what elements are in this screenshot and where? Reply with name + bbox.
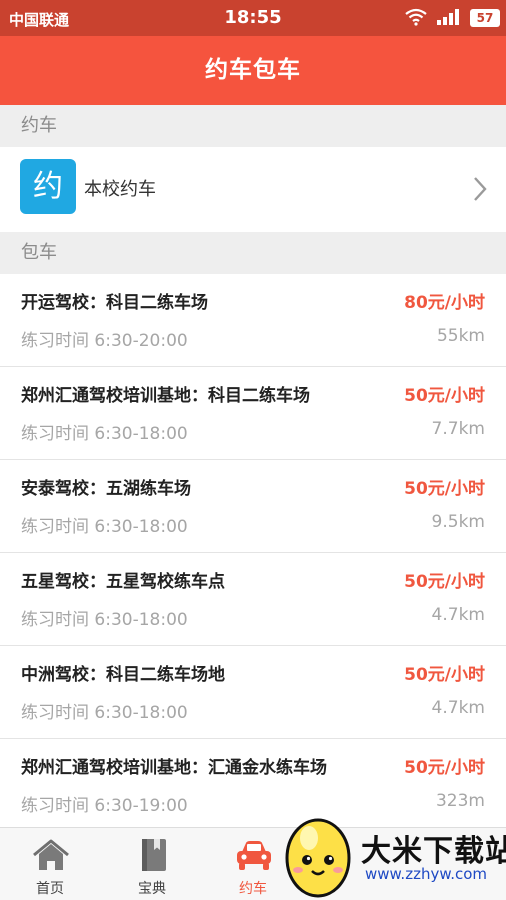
venue-price: 50元/小时 (404, 665, 485, 685)
venue-price: 50元/小时 (404, 386, 485, 406)
venue-distance: 4.7km (431, 605, 485, 625)
venue-name: 五星驾校：五星驾校练车点 (21, 572, 225, 592)
tab-handbook-label: 宝典 (138, 881, 166, 897)
venue-distance: 7.7km (431, 419, 485, 439)
list-item[interactable]: 开运驾校：科目二练车场 80元/小时 练习时间 6:30-20:00 55km (0, 274, 506, 367)
venue-distance: 4.7km (431, 698, 485, 718)
tab-home-label: 首页 (36, 881, 64, 897)
charter-list: 开运驾校：科目二练车场 80元/小时 练习时间 6:30-20:00 55km … (0, 274, 506, 832)
venue-hours: 练习时间 6:30-18:00 (21, 517, 188, 537)
tab-home[interactable]: 首页 (0, 828, 100, 900)
venue-price: 50元/小时 (404, 479, 485, 499)
school-booking-label: 本校约车 (84, 179, 156, 200)
venue-name: 郑州汇通驾校培训基地：科目二练车场 (21, 386, 310, 406)
car-icon (237, 841, 271, 870)
status-bar: 中国联通 18:55 57 (0, 0, 506, 36)
venue-name: 郑州汇通驾校培训基地：汇通金水练车场 (21, 758, 327, 778)
list-item[interactable]: 五星驾校：五星驾校练车点 50元/小时 练习时间 6:30-18:00 4.7k… (0, 553, 506, 646)
venue-hours: 练习时间 6:30-20:00 (21, 331, 188, 351)
wifi-icon (405, 8, 427, 26)
status-time: 18:55 (224, 7, 282, 28)
watermark-url: www.zzhyw.com (365, 865, 488, 883)
tab-handbook[interactable]: 宝典 (102, 828, 202, 900)
section-header-charter: 包车 (0, 232, 506, 274)
list-item[interactable]: 郑州汇通驾校培训基地：科目二练车场 50元/小时 练习时间 6:30-18:00… (0, 367, 506, 460)
venue-hours: 练习时间 6:30-19:00 (21, 796, 188, 816)
venue-hours: 练习时间 6:30-18:00 (21, 424, 188, 444)
venue-hours: 练习时间 6:30-18:00 (21, 610, 188, 630)
venue-price: 50元/小时 (404, 572, 485, 592)
venue-distance: 55km (436, 326, 485, 346)
venue-price: 80元/小时 (404, 293, 485, 313)
venue-distance: 9.5km (431, 512, 485, 532)
booking-app-icon: 约 (20, 159, 76, 214)
section-header-booking: 约车 (0, 105, 506, 147)
venue-name: 安泰驾校：五湖练车场 (21, 479, 191, 499)
venue-hours: 练习时间 6:30-18:00 (21, 703, 188, 723)
watermark: 大米下载站 www.zzhyw.com (278, 808, 506, 900)
watermark-text: 大米下载站 (361, 834, 506, 869)
school-booking-row[interactable]: 约 本校约车 (0, 147, 506, 232)
venue-name: 中洲驾校：科目二练车场地 (21, 665, 225, 685)
page-title: 约车包车 (0, 36, 506, 105)
chevron-right-icon (474, 177, 487, 201)
list-item[interactable]: 安泰驾校：五湖练车场 50元/小时 练习时间 6:30-18:00 9.5km (0, 460, 506, 553)
venue-name: 开运驾校：科目二练车场 (21, 293, 208, 313)
egg-mascot-icon (285, 818, 351, 898)
battery-icon: 57 (470, 9, 500, 27)
list-item[interactable]: 中洲驾校：科目二练车场地 50元/小时 练习时间 6:30-18:00 4.7k… (0, 646, 506, 739)
signal-icon (437, 9, 459, 25)
venue-price: 50元/小时 (404, 758, 485, 778)
book-icon (142, 839, 166, 871)
home-icon (33, 839, 69, 870)
